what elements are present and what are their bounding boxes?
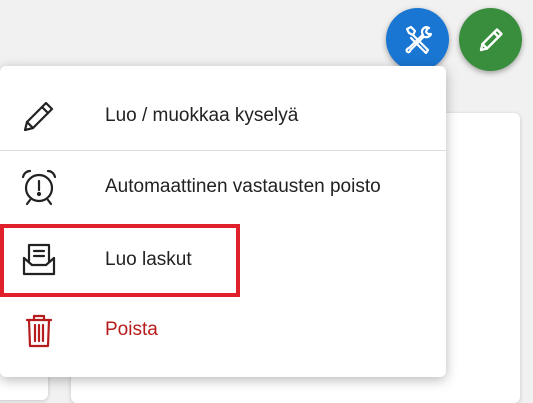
menu-item-label: Automaattinen vastausten poisto [105,176,381,197]
pencil-outline-icon [19,96,59,136]
pencil-icon [479,27,503,51]
tools-button[interactable] [386,8,449,71]
menu-item-edit-survey[interactable]: Luo / muokkaa kyselyä [0,80,446,152]
invoice-tray-icon [19,240,59,280]
trash-icon [19,310,59,350]
menu-item-label: Luo / muokkaa kyselyä [105,105,299,126]
wrench-screwdriver-icon [405,25,432,54]
context-menu: Luo / muokkaa kyselyä Automaattinen vast… [0,66,446,377]
menu-item-label: Poista [105,319,158,340]
alarm-clock-icon [19,167,59,207]
menu-item-auto-delete[interactable]: Automaattinen vastausten poisto [0,151,446,223]
menu-item-delete[interactable]: Poista [0,294,446,366]
menu-item-label: Luo laskut [105,249,192,270]
menu-item-create-invoices[interactable]: Luo laskut [0,224,446,296]
edit-button[interactable] [459,8,522,71]
